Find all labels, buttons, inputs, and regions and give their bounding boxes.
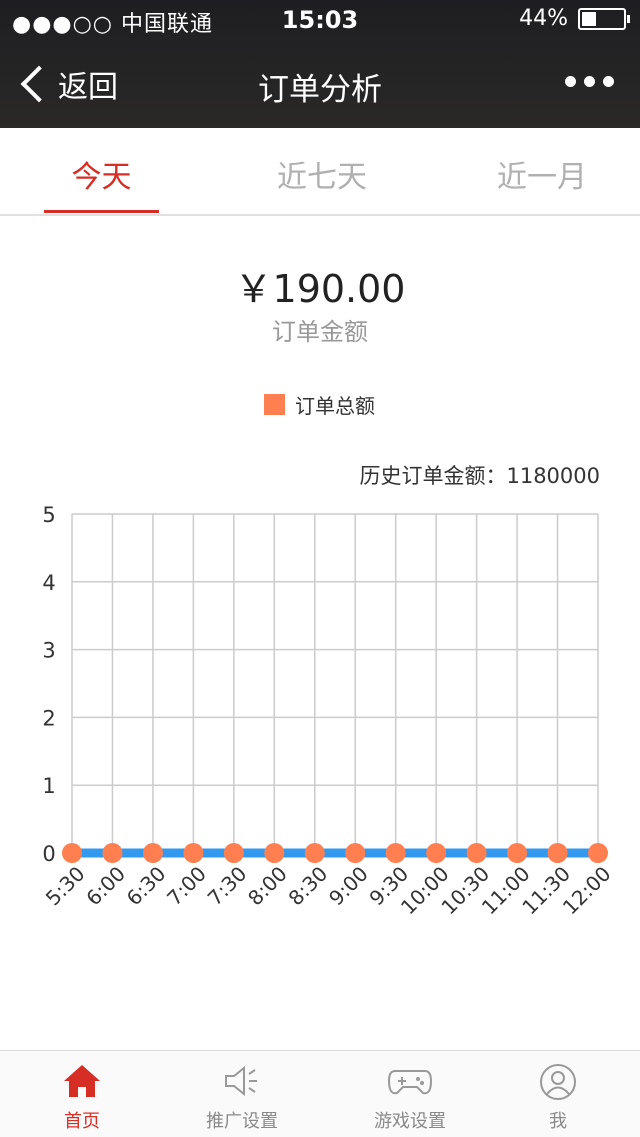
order-line-chart: 0123455:306:006:307:007:308:008:309:009:… <box>41 503 616 919</box>
data-point <box>547 843 568 863</box>
battery-percent: 44% <box>519 6 568 31</box>
nav-bar: 返回 订单分析 <box>0 40 640 128</box>
legend-swatch <box>264 394 285 415</box>
x-tick-label: 6:00 <box>81 862 130 911</box>
top-bar: ●●●○○ 中国联通 15:03 44% 返回 订单分析 <box>0 0 640 128</box>
bottom-nav: 首页 推广设置 游戏设置 我 <box>0 1050 640 1137</box>
history-amount: 历史订单金额：1180000 <box>359 464 600 488</box>
data-point <box>183 843 204 863</box>
x-tick-label: 8:30 <box>284 862 333 911</box>
legend-label: 订单总额 <box>295 394 375 418</box>
y-tick-label: 1 <box>42 774 55 798</box>
x-tick-label: 7:30 <box>203 862 252 911</box>
user-icon <box>540 1064 576 1100</box>
megaphone-icon <box>225 1065 257 1097</box>
data-point <box>426 843 447 863</box>
tab-one-month[interactable]: 近一月 <box>482 152 602 196</box>
data-point <box>142 843 163 863</box>
tab-bar: 今天 近七天 近一月 <box>0 128 640 216</box>
data-point <box>466 843 487 863</box>
data-point <box>223 843 244 863</box>
data-point <box>264 843 285 863</box>
nav-me-label: 我 <box>549 1111 567 1132</box>
nav-promotion-label: 推广设置 <box>206 1111 278 1132</box>
nav-game-label: 游戏设置 <box>374 1111 446 1132</box>
active-tab-indicator <box>44 210 159 213</box>
x-tick-label: 5:30 <box>41 862 90 911</box>
y-tick-label: 3 <box>42 639 55 663</box>
data-point <box>345 843 366 863</box>
chart-legend[interactable]: 订单总额 <box>264 390 375 419</box>
nav-promotion-settings[interactable]: 推广设置 <box>162 1051 322 1137</box>
data-point <box>62 843 82 863</box>
order-amount-label: 订单金额 <box>272 318 368 346</box>
tab-seven-days[interactable]: 近七天 <box>262 152 382 196</box>
x-tick-label: 7:00 <box>162 862 211 911</box>
nav-home-label: 首页 <box>64 1111 100 1132</box>
x-tick-label: 9:00 <box>324 862 373 911</box>
y-tick-label: 2 <box>42 706 55 730</box>
y-tick-label: 5 <box>42 503 55 527</box>
nav-home[interactable]: 首页 <box>2 1051 162 1137</box>
data-point <box>304 843 325 863</box>
y-tick-label: 0 <box>42 842 55 866</box>
home-icon <box>64 1065 100 1097</box>
gamepad-icon <box>387 1070 433 1095</box>
data-point <box>102 843 123 863</box>
order-amount: ￥190.00 <box>234 267 406 311</box>
nav-me[interactable]: 我 <box>478 1051 638 1137</box>
y-tick-label: 4 <box>42 571 55 595</box>
status-bar: ●●●○○ 中国联通 15:03 44% <box>0 0 640 40</box>
data-point <box>588 843 608 863</box>
data-point <box>507 843 528 863</box>
tab-today[interactable]: 今天 <box>44 152 159 196</box>
x-tick-label: 6:30 <box>122 862 171 911</box>
x-tick-label: 8:00 <box>243 862 292 911</box>
more-options-icon[interactable] <box>565 76 614 87</box>
data-point <box>385 843 406 863</box>
battery-icon <box>578 7 630 30</box>
status-right: 44% <box>519 6 630 31</box>
nav-game-settings[interactable]: 游戏设置 <box>330 1051 490 1137</box>
page-title: 订单分析 <box>258 72 382 108</box>
